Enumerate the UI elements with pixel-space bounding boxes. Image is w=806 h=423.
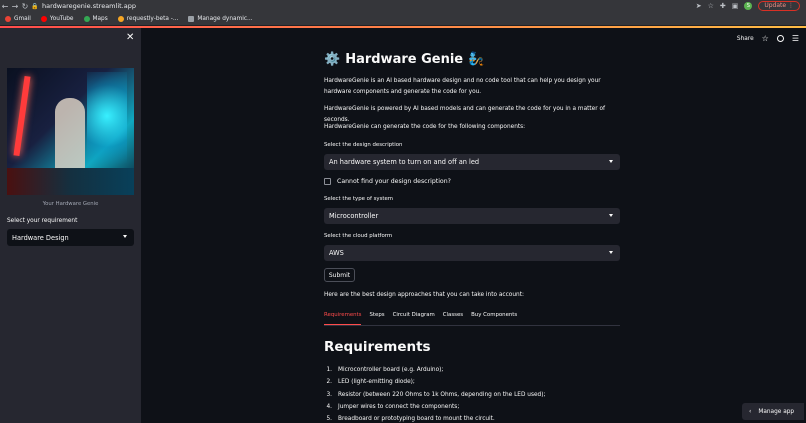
forward-icon[interactable]: → (10, 2, 20, 11)
list-item: 4. Jumper wires to connect the components… (326, 401, 545, 413)
design-checkbox[interactable] (324, 178, 331, 185)
tab-steps[interactable]: Steps (369, 311, 384, 325)
design-label: Select the design description (324, 142, 403, 148)
list-number: 5. (326, 416, 332, 423)
puzzle-icon (188, 15, 195, 22)
list-item: 2. LED (light-emitting diode); (326, 376, 545, 388)
bookmark-label: Gmail (14, 15, 31, 22)
bookmark-label: Maps (92, 15, 108, 22)
bookmark-maps[interactable]: Maps (83, 15, 108, 22)
back-icon[interactable]: ← (0, 2, 10, 11)
list-number: 2. (326, 379, 332, 386)
list-number: 1. (326, 367, 332, 373)
list-item: 1. Microcontroller board (e.g. Arduino); (326, 364, 545, 376)
bookmark-label: Manage dynamic... (197, 15, 253, 22)
system-value: Microcontroller (329, 212, 379, 220)
image-caption: Your Hardware Genie (42, 201, 99, 207)
title-text: Hardware Genie (345, 52, 464, 67)
result-tabs: Requirements Steps Circuit Diagram Class… (324, 311, 620, 326)
cloud-select[interactable]: AWS (324, 245, 620, 261)
profile-avatar[interactable]: S (744, 2, 753, 10)
update-button[interactable]: Update ⋮ (758, 1, 800, 11)
tab-buy-components[interactable]: Buy Components (471, 311, 517, 325)
design-select[interactable]: An hardware system to turn on and off an… (324, 154, 620, 170)
bookmark-youtube[interactable]: YouTube (40, 15, 74, 22)
requestly-icon (117, 15, 124, 22)
bookmark-star-icon[interactable]: ☆ (708, 2, 714, 10)
youtube-icon (40, 15, 47, 22)
manage-app-button[interactable]: ‹ Manage app (742, 403, 804, 420)
google-icon (5, 15, 11, 22)
menu-icon[interactable]: ☰ (792, 34, 799, 43)
system-select[interactable]: Microcontroller (324, 208, 620, 224)
system-label: Select the type of system (324, 196, 394, 202)
cloud-value: AWS (329, 249, 344, 257)
bookmarks-bar: Gmail YouTube Maps requestly-beta -... M… (0, 12, 806, 26)
tab-requirements[interactable]: Requirements (324, 311, 362, 325)
sidepanel-icon[interactable]: ▣ (732, 2, 739, 10)
bookmark-label: requestly-beta -... (126, 15, 179, 22)
red-neon (13, 75, 31, 157)
approaches-text: Here are the best design approaches that… (324, 292, 524, 298)
chevron-down-icon (609, 251, 613, 254)
requirement-select[interactable]: Hardware Design (7, 229, 134, 246)
reload-icon[interactable]: ↻ (20, 2, 30, 11)
page-title: ⚙️ Hardware Genie 🧞 (324, 52, 484, 67)
hardware-genie-image (7, 68, 134, 195)
maps-icon (83, 15, 90, 22)
section-heading: Requirements (324, 339, 431, 355)
list-number: 4. (326, 403, 332, 410)
requirement-label: Select your requirement (7, 218, 78, 224)
list-text: Jumper wires to connect the components; (338, 403, 460, 410)
tab-circuit-diagram[interactable]: Circuit Diagram (393, 311, 435, 325)
sidebar: ✕ Your Hardware Genie Select your requir… (0, 28, 141, 423)
manage-app-label: Manage app (758, 408, 795, 415)
send-icon[interactable]: ➤ (696, 2, 702, 10)
design-value: An hardware system to turn on and off an… (329, 158, 480, 166)
extensions-icon[interactable]: ✚ (720, 2, 726, 10)
close-sidebar-icon[interactable]: ✕ (126, 32, 134, 43)
gear-icon: ⚙️ (324, 52, 341, 67)
tab-classes[interactable]: Classes (443, 311, 463, 325)
list-text: Resistor (between 220 Ohms to 1k Ohms, d… (338, 391, 546, 398)
bookmark-gmail[interactable]: Gmail (5, 15, 31, 22)
image-floor (7, 168, 134, 195)
chevron-down-icon (609, 160, 613, 163)
update-label: Update (764, 2, 787, 9)
list-text: Microcontroller board (e.g. Arduino); (338, 367, 444, 373)
checkbox-label: Cannot find your design description? (337, 178, 451, 185)
submit-button[interactable]: Submit (324, 268, 355, 282)
cloud-label: Select the cloud platform (324, 233, 393, 239)
intro-paragraph-1: HardwareGenie is an AI based hardware de… (324, 78, 601, 95)
list-text: LED (light-emitting diode); (338, 379, 415, 386)
github-icon[interactable] (776, 35, 784, 42)
header-actions: Share ☆ ☰ (737, 34, 799, 43)
requirements-list: 1. Microcontroller board (e.g. Arduino); … (326, 364, 545, 423)
requirement-value: Hardware Design (12, 233, 69, 242)
bookmark-manage-dynamic[interactable]: Manage dynamic... (188, 15, 253, 22)
chevron-down-icon (609, 214, 613, 217)
list-number: 3. (326, 391, 332, 398)
browser-toolbar: ← → ↻ 🔒 hardwaregenie.streamlit.app ➤ ☆ … (0, 0, 806, 12)
list-text: Breadboard or prototyping board to mount… (338, 416, 495, 423)
intro-paragraph-3: HardwareGenie can generate the code for … (324, 124, 526, 130)
share-button[interactable]: Share (737, 36, 754, 42)
list-item: 3. Resistor (between 220 Ohms to 1k Ohms,… (326, 389, 545, 401)
lock-icon[interactable]: 🔒 (30, 3, 40, 10)
star-icon[interactable]: ☆ (762, 34, 769, 43)
list-item: 5. Breadboard or prototyping board to mou… (326, 413, 545, 423)
chevron-down-icon (123, 235, 127, 238)
bookmark-label: YouTube (49, 15, 74, 22)
cyan-glow (87, 72, 127, 182)
bookmark-requestly[interactable]: requestly-beta -... (117, 15, 179, 22)
design-checkbox-row[interactable]: Cannot find your design description? (324, 178, 451, 185)
chevron-left-icon: ‹ (749, 408, 752, 415)
genie-icon: 🧞 (468, 52, 485, 67)
address-bar[interactable]: hardwaregenie.streamlit.app (42, 2, 136, 10)
